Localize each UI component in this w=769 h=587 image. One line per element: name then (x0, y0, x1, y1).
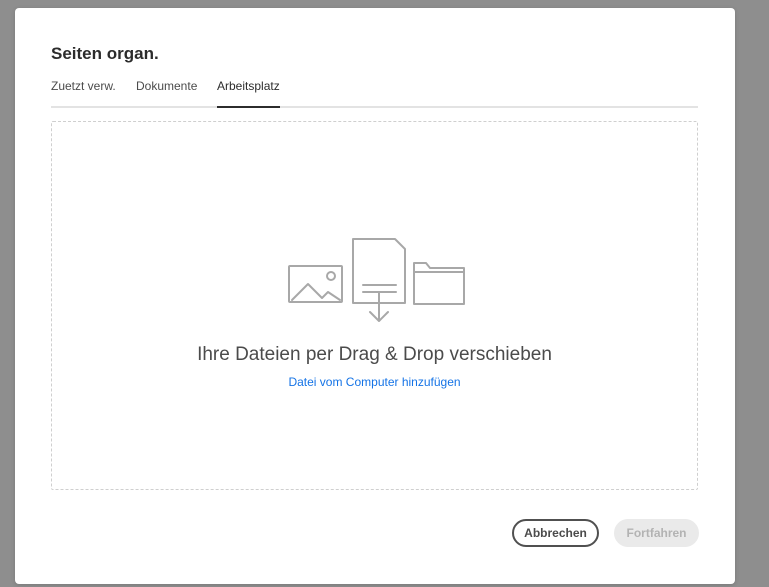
image-icon (288, 265, 343, 303)
dropzone-title: Ihre Dateien per Drag & Drop verschieben (197, 344, 552, 365)
continue-button: Fortfahren (614, 519, 699, 547)
tab-recent[interactable]: Zuetzt verw. (51, 78, 116, 106)
upload-illustration (288, 238, 465, 322)
file-dropzone[interactable]: Ihre Dateien per Drag & Drop verschieben… (51, 121, 698, 490)
add-from-computer-link[interactable]: Datei vom Computer hinzufügen (288, 375, 460, 389)
tab-bar: Zuetzt verw. Dokumente Arbeitsplatz (51, 78, 698, 108)
document-download-icon (352, 238, 406, 322)
tab-documents[interactable]: Dokumente (136, 78, 197, 106)
tab-workspace[interactable]: Arbeitsplatz (217, 78, 280, 108)
add-from-computer-container: Datei vom Computer hinzufügen (52, 375, 697, 389)
dialog-title: Seiten organ. (51, 44, 159, 63)
organize-pages-dialog: Seiten organ. Zuetzt verw. Dokumente Arb… (15, 8, 735, 584)
folder-icon (413, 262, 465, 305)
cancel-button[interactable]: Abbrechen (512, 519, 599, 547)
